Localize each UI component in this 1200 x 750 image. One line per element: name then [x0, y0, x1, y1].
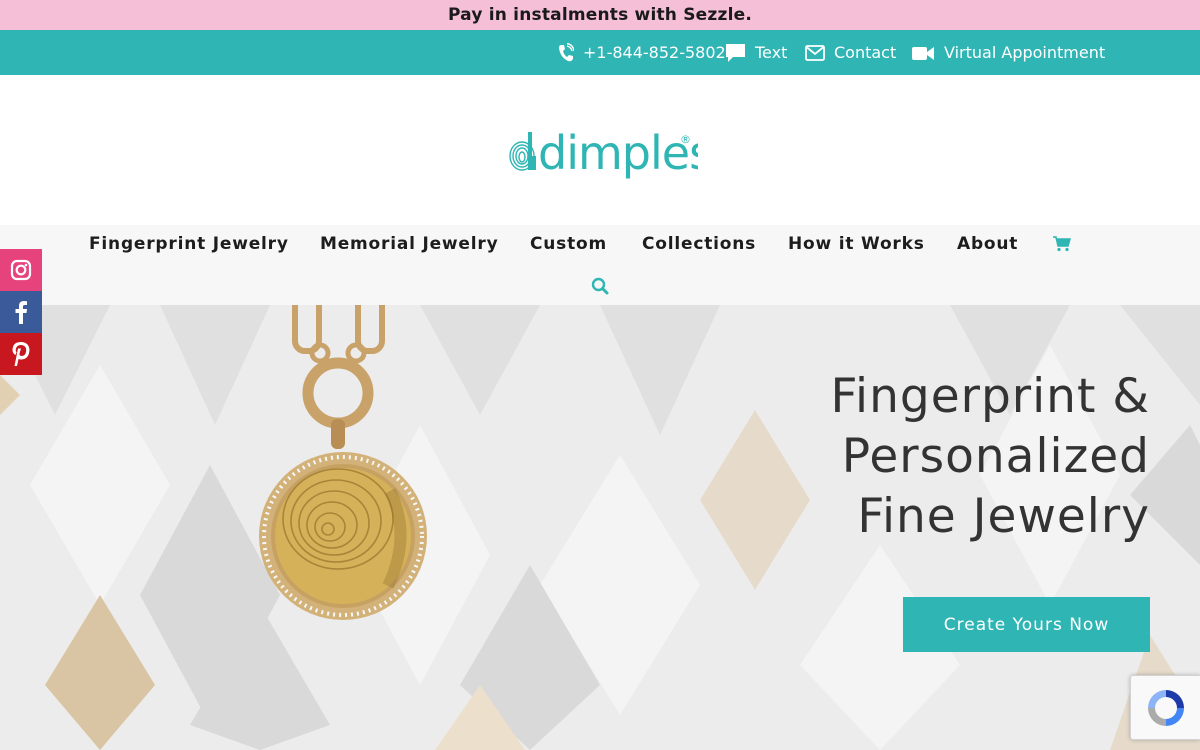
text-link[interactable]: Text: [725, 30, 787, 75]
search-icon[interactable]: [591, 277, 609, 295]
text-label: Text: [755, 43, 788, 62]
dimples-logo[interactable]: dimples ®: [508, 123, 698, 189]
chat-bubble-icon: [726, 43, 745, 62]
headline-line-1: Fingerprint &: [830, 369, 1150, 424]
fingerprint-logo-icon: [509, 132, 536, 171]
fingerprint-pendant-image: [259, 305, 427, 620]
header-logo-area: dimples ®: [0, 75, 1200, 225]
phone-number: +1-844-852-5802: [583, 43, 726, 62]
phone-icon: [559, 42, 574, 61]
hero-headline: Fingerprint & Personalized Fine Jewelry: [830, 367, 1150, 547]
phone-link[interactable]: +1-844-852-5802: [557, 30, 726, 75]
recaptcha-icon: [1147, 689, 1184, 726]
promo-banner: Pay in instalments with Sezzle.: [0, 0, 1200, 30]
pinterest-button[interactable]: [0, 333, 42, 375]
nav-custom[interactable]: Custom: [530, 234, 607, 256]
nav-memorial-jewelry[interactable]: Memorial Jewelry: [320, 234, 498, 256]
contact-bar: +1-844-852-5802 Text Contact Virtual App…: [0, 30, 1200, 75]
nav-collections[interactable]: Collections: [642, 234, 756, 256]
virtual-appointment-link[interactable]: Virtual Appointment: [912, 30, 1105, 75]
virtual-appointment-label: Virtual Appointment: [944, 43, 1106, 62]
main-nav: Fingerprint Jewelry Memorial Jewelry Cus…: [0, 225, 1200, 305]
nav-fingerprint-jewelry[interactable]: Fingerprint Jewelry: [89, 234, 289, 256]
nav-how-it-works[interactable]: How it Works: [788, 234, 925, 256]
facebook-icon: [15, 301, 27, 324]
contact-label: Contact: [834, 43, 897, 62]
recaptcha-badge[interactable]: [1130, 675, 1200, 740]
instagram-button[interactable]: [0, 249, 42, 291]
facebook-button[interactable]: [0, 291, 42, 333]
video-camera-icon: [912, 46, 934, 60]
headline-line-3: Fine Jewelry: [857, 489, 1150, 544]
pinterest-icon: [12, 342, 30, 366]
instagram-icon: [10, 259, 32, 281]
logo-wordmark: dimples: [538, 126, 698, 180]
promo-text: Pay in instalments with Sezzle.: [447, 5, 753, 25]
envelope-icon: [805, 44, 825, 61]
shopping-cart-icon[interactable]: [1053, 236, 1071, 252]
hero-section: Fingerprint & Personalized Fine Jewelry …: [0, 305, 1200, 750]
contact-link[interactable]: Contact: [805, 30, 896, 75]
registered-mark: ®: [680, 133, 691, 146]
headline-line-2: Personalized: [841, 429, 1150, 484]
nav-about[interactable]: About: [957, 234, 1018, 256]
create-yours-now-button[interactable]: Create Yours Now: [903, 597, 1150, 652]
